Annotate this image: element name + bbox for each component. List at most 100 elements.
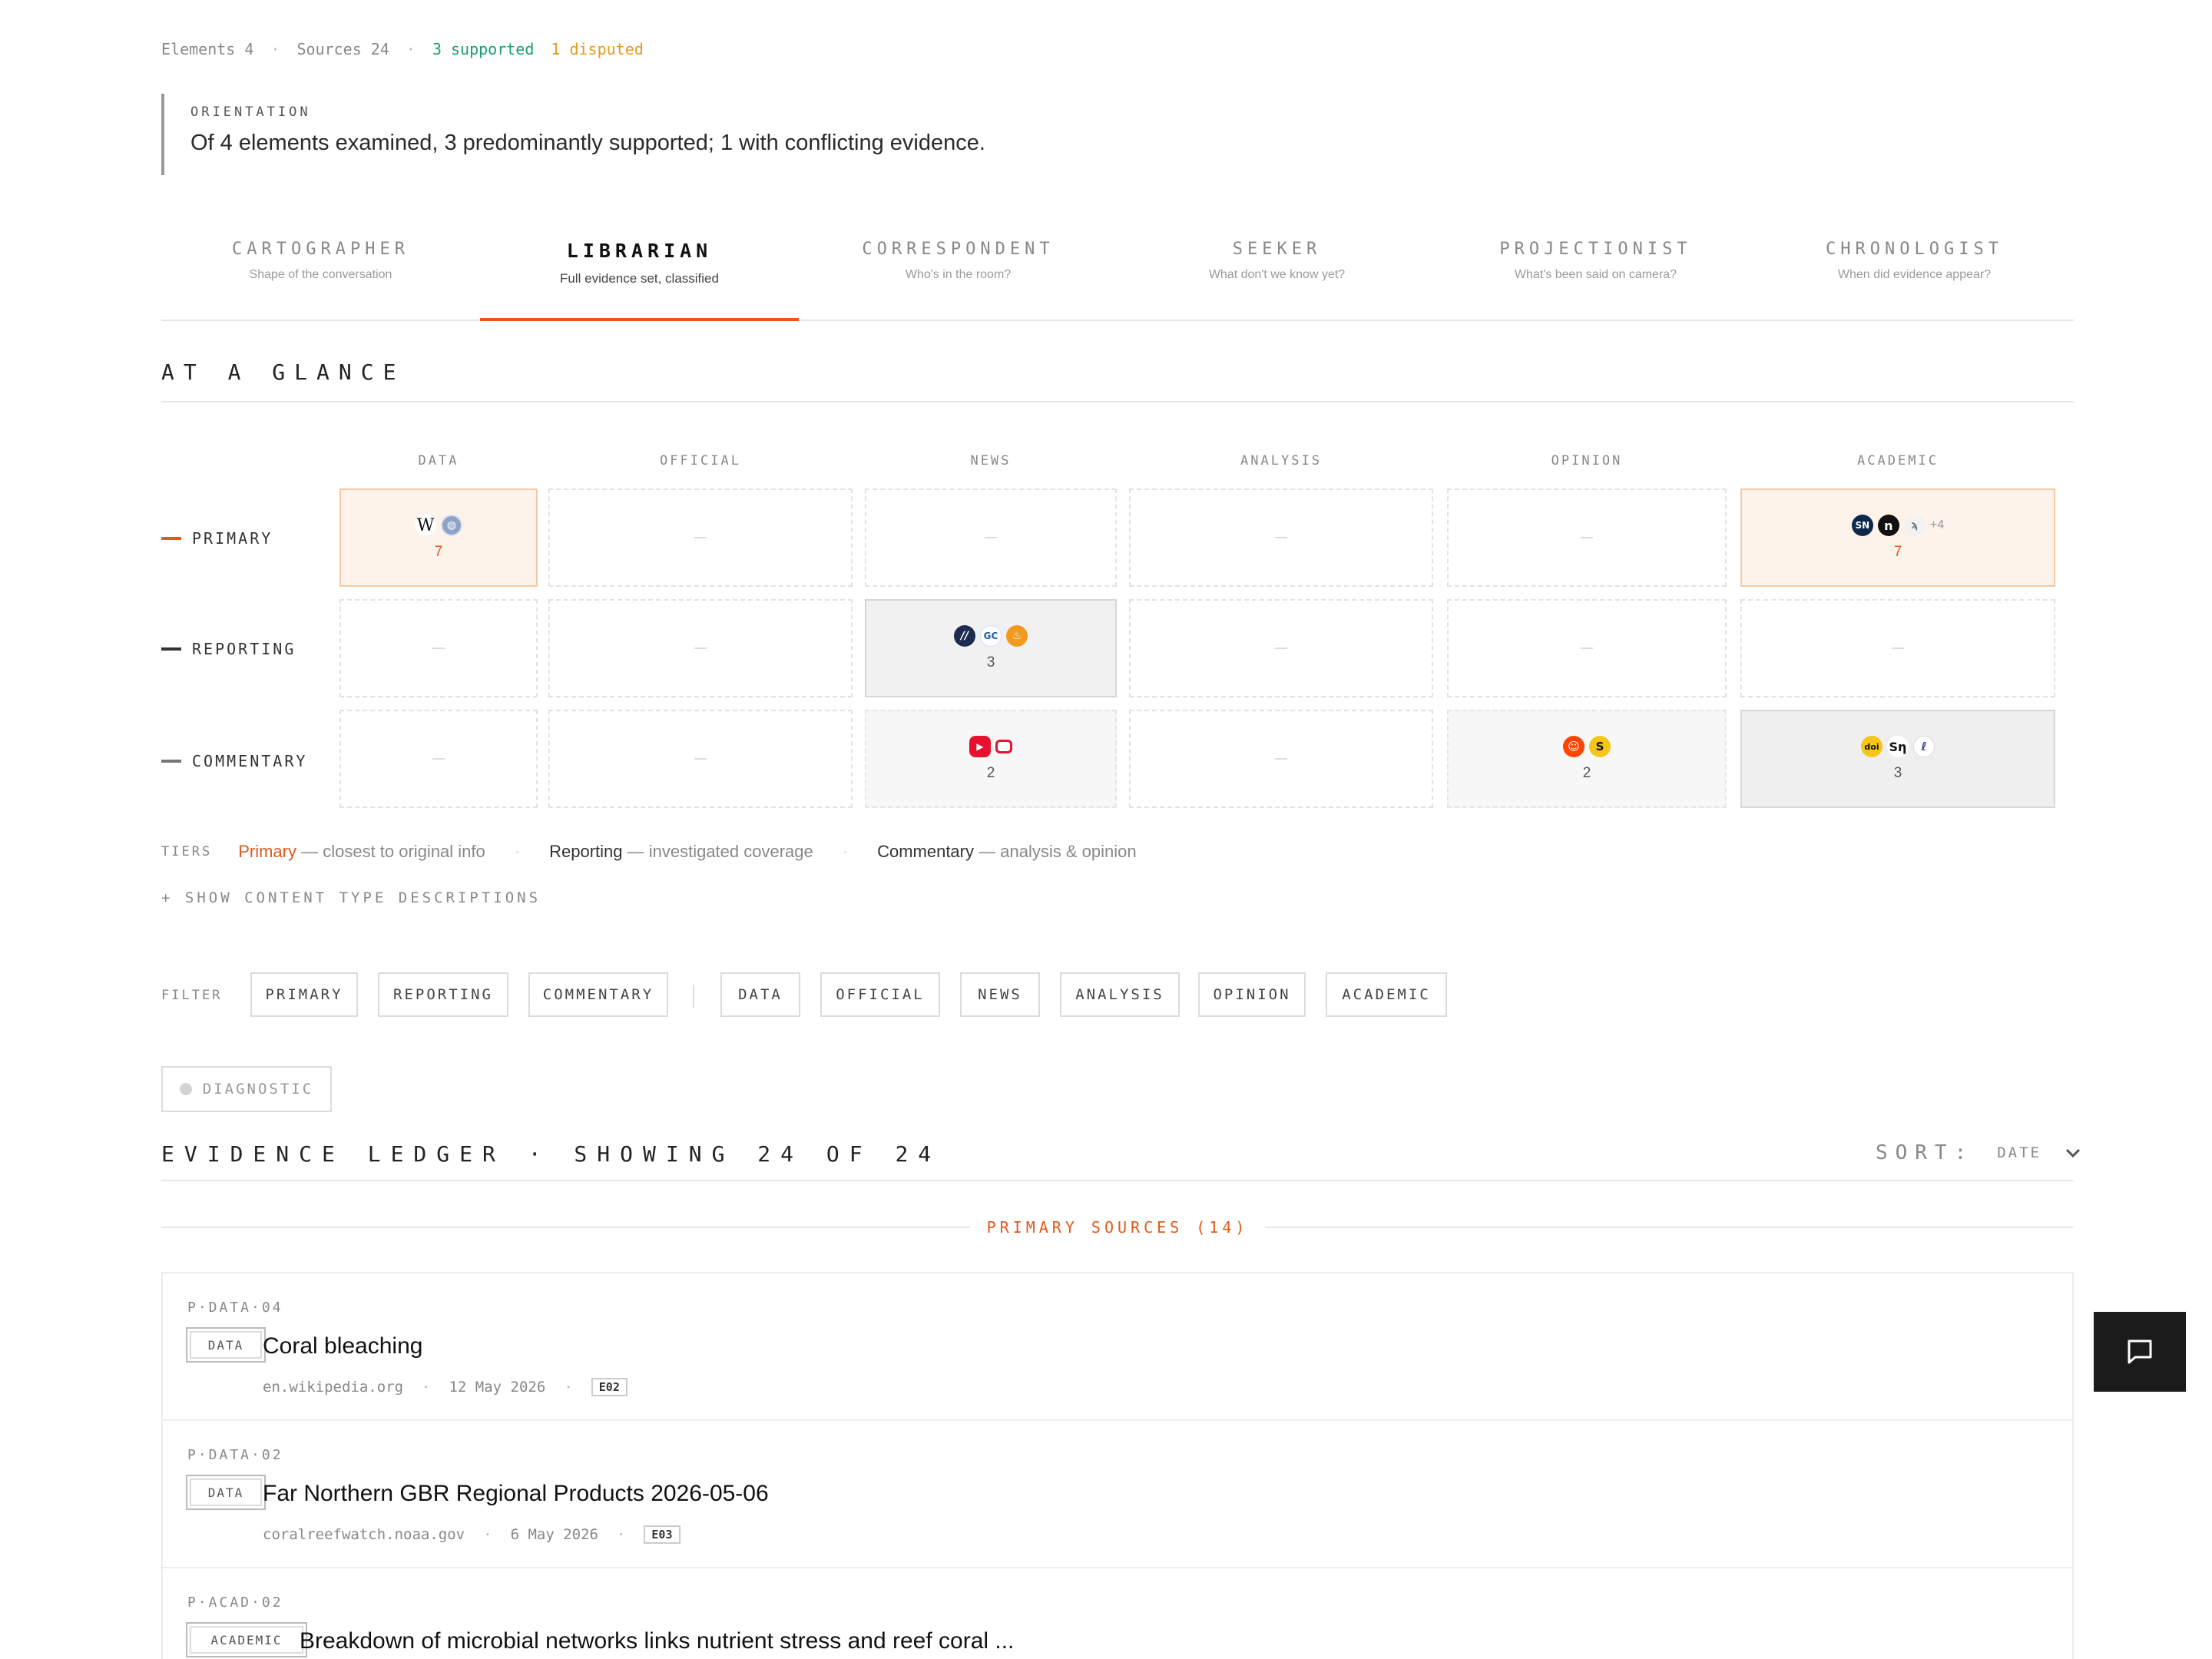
source-domain: coralreefwatch.noaa.gov — [263, 1526, 465, 1543]
cell-commentary-official — [548, 710, 853, 808]
empty-marker — [1275, 647, 1287, 649]
entry-date: 12 May 2026 — [449, 1379, 546, 1396]
toggle-dot-icon — [179, 1083, 192, 1095]
filter-divider — [693, 985, 694, 1008]
row-header-commentary: COMMENTARY — [161, 752, 307, 770]
tier-description: — closest to original info — [301, 842, 485, 861]
empty-marker — [694, 758, 707, 760]
filter-official-button[interactable]: OFFICIAL — [820, 972, 940, 1017]
filter-reporting-button[interactable]: REPORTING — [378, 972, 508, 1017]
disputed-count: 1 disputed — [551, 40, 644, 58]
cell-primary-official — [548, 488, 853, 587]
filter-commentary-button[interactable]: COMMENTARY — [528, 972, 668, 1017]
filter-opinion-button[interactable]: OPINION — [1198, 972, 1306, 1017]
tab-subtitle: What don't we know yet? — [1208, 268, 1346, 281]
row-header-reporting: REPORTING — [161, 640, 296, 658]
tab-title: CHRONOLOGIST — [1826, 240, 2003, 259]
divider — [161, 1227, 970, 1228]
filter-analysis-button[interactable]: ANALYSIS — [1060, 972, 1180, 1017]
chat-button[interactable] — [2094, 1312, 2186, 1392]
chat-bubble-icon — [2128, 1339, 2152, 1364]
entry-id: P·DATA·04 — [187, 1300, 283, 1316]
source-icons: doi Sη ℓ — [1861, 736, 1935, 757]
entry-meta: coralreefwatch.noaa.gov · 6 May 2026 · E… — [263, 1525, 680, 1544]
tier-description: — investigated coverage — [627, 842, 813, 861]
stats-separator: · — [270, 40, 280, 58]
chevron-down-icon — [2065, 1148, 2081, 1158]
ledger-entry[interactable]: P·DATA·02 DATA Far Northern GBR Regional… — [161, 1419, 2074, 1568]
legend-separator: · — [514, 842, 521, 861]
cell-count: 7 — [434, 544, 443, 560]
filter-academic-button[interactable]: ACADEMIC — [1326, 972, 1447, 1017]
cell-count: 7 — [1893, 544, 1902, 560]
diagnostic-label: DIAGNOSTIC — [202, 1081, 314, 1098]
source-icons: SN n ϡ +4 — [1851, 515, 1944, 536]
sort-dropdown[interactable]: SORT: DATE — [1876, 1141, 2081, 1164]
filter-primary-button[interactable]: PRIMARY — [250, 972, 358, 1017]
empty-marker — [1275, 537, 1287, 538]
cell-reporting-analysis — [1129, 599, 1433, 697]
row-label: COMMENTARY — [192, 752, 308, 770]
divider — [161, 401, 2074, 402]
supported-count: 3 supported — [432, 40, 535, 58]
tab-chronologist[interactable]: CHRONOLOGIST When did evidence appear? — [1755, 230, 2074, 320]
meta-separator: · — [422, 1379, 431, 1396]
youtube-icon: ▶ — [969, 736, 991, 757]
empty-marker — [694, 647, 707, 649]
empty-marker — [1892, 647, 1904, 649]
cell-reporting-news[interactable]: // GC ♨ 3 — [865, 599, 1117, 697]
diagnostic-toggle[interactable]: DIAGNOSTIC — [161, 1066, 332, 1112]
tab-title: SEEKER — [1232, 240, 1322, 259]
empty-marker — [1275, 758, 1287, 760]
row-header-primary: PRIMARY — [161, 529, 273, 548]
empty-marker — [1581, 647, 1593, 649]
column-header-analysis: ANALYSIS — [1240, 453, 1322, 469]
tab-cartographer[interactable]: CARTOGRAPHER Shape of the conversation — [161, 230, 480, 320]
tab-title: PROJECTIONIST — [1499, 240, 1692, 259]
filter-data-button[interactable]: DATA — [720, 972, 800, 1017]
cell-primary-news — [865, 488, 1117, 587]
row-label: PRIMARY — [192, 529, 273, 548]
tab-correspondent[interactable]: CORRESPONDENT Who's in the room? — [799, 230, 1118, 320]
tab-librarian[interactable]: LIBRARIAN Full evidence set, classified — [480, 230, 799, 321]
show-content-type-descriptions-toggle[interactable]: + SHOW CONTENT TYPE DESCRIPTIONS — [161, 889, 541, 906]
source-icons: ☺ S — [1563, 736, 1611, 757]
tier-marker — [161, 647, 181, 651]
sn-icon: Sη — [1887, 736, 1909, 757]
group-header-primary: PRIMARY SOURCES (14) — [161, 1218, 2075, 1237]
cell-reporting-official — [548, 599, 853, 697]
empty-marker — [985, 537, 997, 538]
cell-reporting-academic — [1740, 599, 2055, 697]
cell-commentary-academic[interactable]: doi Sη ℓ 3 — [1740, 710, 2055, 808]
flame-outlet-icon: ♨ — [1006, 625, 1028, 647]
source-domain: en.wikipedia.org — [263, 1379, 404, 1396]
source-icons: // GC ♨ — [954, 625, 1028, 647]
tier-name: Reporting — [549, 842, 623, 861]
tab-subtitle: Shape of the conversation — [249, 268, 392, 281]
gc-outlet-icon: GC — [980, 625, 1002, 647]
empty-marker — [432, 758, 445, 760]
entry-id: P·ACAD·02 — [187, 1594, 283, 1611]
tier-marker — [161, 760, 181, 763]
tab-projectionist[interactable]: PROJECTIONIST What's been said on camera… — [1436, 230, 1755, 320]
cell-commentary-opinion[interactable]: ☺ S 2 — [1447, 710, 1727, 808]
cell-primary-academic[interactable]: SN n ϡ +4 7 — [1740, 488, 2055, 587]
entry-meta: en.wikipedia.org · 12 May 2026 · E02 — [263, 1378, 628, 1396]
cell-count: 3 — [1893, 765, 1902, 781]
cell-primary-data[interactable]: W ◍ 7 — [339, 488, 538, 587]
doi-icon: doi — [1861, 736, 1883, 757]
cell-commentary-news[interactable]: ▶ 2 — [865, 710, 1117, 808]
substack-icon: S — [1589, 736, 1611, 757]
filter-news-button[interactable]: NEWS — [960, 972, 1040, 1017]
ledger-entry[interactable]: P·ACAD·02 ACADEMIC Breakdown of microbia… — [161, 1567, 2074, 1659]
source-icons: W ◍ — [415, 515, 462, 536]
tab-seeker[interactable]: SEEKER What don't we know yet? — [1118, 230, 1436, 320]
entry-title: Breakdown of microbial networks links nu… — [300, 1628, 1015, 1654]
ledger-entry[interactable]: P·DATA·04 DATA Coral bleaching en.wikipe… — [161, 1272, 2074, 1421]
tab-title: CORRESPONDENT — [862, 240, 1055, 259]
cell-reporting-data — [339, 599, 538, 697]
n-publisher-icon: n — [1877, 515, 1899, 536]
elements-count: Elements 4 — [161, 40, 254, 58]
cell-primary-analysis — [1129, 488, 1433, 587]
springer-nature-icon: SN — [1851, 515, 1873, 536]
